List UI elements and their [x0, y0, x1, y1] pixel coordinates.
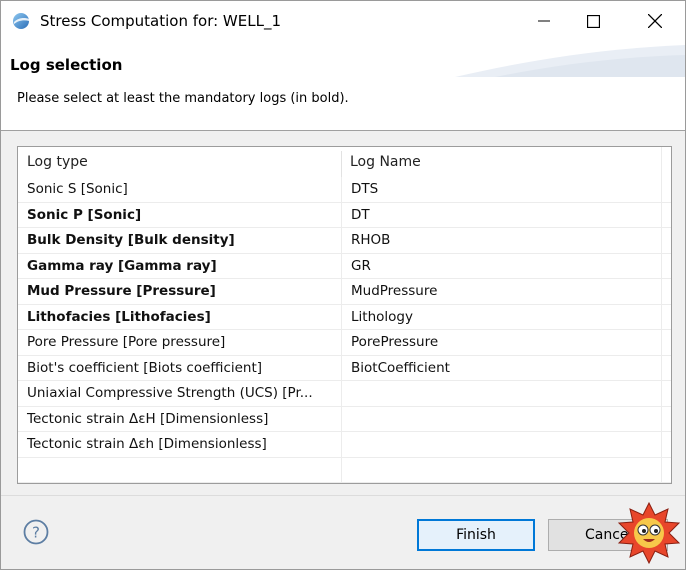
help-glyph: ? — [32, 524, 40, 542]
footer-divider — [1, 495, 685, 496]
log-name-cell[interactable]: Lithology — [341, 304, 661, 330]
table-row[interactable]: Biot's coefficient [Biots coefficient] Bi… — [18, 355, 671, 382]
log-type-cell[interactable]: Sonic S [Sonic] — [18, 177, 341, 203]
log-type-cell[interactable]: Uniaxial Compressive Strength (UCS) [Pr.… — [18, 381, 341, 407]
page-title: Log selection — [10, 56, 123, 74]
maximize-button[interactable] — [570, 1, 616, 41]
log-type-cell[interactable]: Gamma ray [Gamma ray] — [18, 254, 341, 280]
log-name-cell[interactable]: PorePressure — [341, 330, 661, 356]
table-row[interactable]: Mud Pressure [Pressure] MudPressure — [18, 279, 671, 305]
table-row[interactable]: Tectonic strain ΔεH [Dimensionless] — [18, 406, 671, 433]
log-type-cell[interactable]: Bulk Density [Bulk density] — [18, 228, 341, 254]
table-row[interactable]: Uniaxial Compressive Strength (UCS) [Pr.… — [18, 381, 671, 407]
table-row[interactable]: Tectonic strain Δεh [Dimensionless] — [18, 432, 671, 458]
minimize-button[interactable] — [521, 1, 567, 41]
header-decoration — [455, 45, 685, 77]
page-message: Please select at least the mandatory log… — [17, 91, 349, 106]
log-type-cell[interactable] — [18, 458, 341, 484]
close-icon — [648, 14, 662, 28]
table-row[interactable] — [18, 457, 671, 484]
log-name-cell[interactable]: DTS — [341, 177, 661, 203]
table-body: Sonic S [Sonic] DTS Sonic P [Sonic] DT Bulk … — [18, 177, 671, 483]
table-row[interactable]: Sonic P [Sonic] DT — [18, 202, 671, 229]
table-header: Log type Log Name — [18, 147, 671, 177]
log-name-cell[interactable] — [341, 406, 661, 432]
log-type-cell[interactable]: Tectonic strain ΔεH [Dimensionless] — [18, 407, 341, 433]
window-title: Stress Computation for: WELL_1 — [40, 12, 281, 30]
log-name-cell[interactable] — [341, 381, 661, 407]
column-header-log-name[interactable]: Log Name — [341, 147, 661, 177]
log-name-cell[interactable]: RHOB — [341, 228, 661, 254]
log-name-cell[interactable]: BiotCoefficient — [341, 355, 661, 381]
finish-button[interactable]: Finish — [417, 519, 535, 551]
maximize-icon — [586, 14, 600, 28]
eclipse-app-icon — [13, 13, 29, 29]
table-row[interactable]: Pore Pressure [Pore pressure] PorePressur… — [18, 330, 671, 356]
log-type-cell[interactable]: Biot's coefficient [Biots coefficient] — [18, 356, 341, 382]
title-bar: Stress Computation for: WELL_1 — [1, 1, 685, 41]
dialog-window: Stress Computation for: WELL_1 Log selec… — [0, 0, 686, 570]
log-type-cell[interactable]: Tectonic strain Δεh [Dimensionless] — [18, 432, 341, 458]
log-name-cell[interactable] — [341, 457, 661, 483]
log-table[interactable]: Log type Log Name Sonic S [Sonic] DTS Soni… — [17, 146, 672, 484]
log-type-cell[interactable]: Pore Pressure [Pore pressure] — [18, 330, 341, 356]
log-name-cell[interactable]: MudPressure — [341, 279, 661, 305]
log-type-cell[interactable]: Mud Pressure [Pressure] — [18, 279, 341, 305]
sun-mascot-icon — [617, 501, 681, 565]
log-name-cell[interactable] — [341, 432, 661, 458]
table-row[interactable]: Lithofacies [Lithofacies] Lithology — [18, 304, 671, 331]
help-icon[interactable]: ? — [23, 519, 49, 545]
column-header-log-type[interactable]: Log type — [18, 147, 341, 177]
table-row[interactable]: Gamma ray [Gamma ray] GR — [18, 253, 671, 280]
minimize-icon — [538, 20, 550, 22]
close-button[interactable] — [632, 1, 678, 41]
wizard-header: Log selection Please select at least the… — [1, 41, 685, 131]
table-edge — [661, 147, 662, 483]
table-row[interactable]: Sonic S [Sonic] DTS — [18, 177, 671, 203]
log-type-cell[interactable]: Sonic P [Sonic] — [18, 203, 341, 229]
table-row[interactable]: Bulk Density [Bulk density] RHOB — [18, 228, 671, 254]
log-name-cell[interactable]: GR — [341, 253, 661, 279]
log-type-cell[interactable]: Lithofacies [Lithofacies] — [18, 305, 341, 331]
log-name-cell[interactable]: DT — [341, 202, 661, 228]
